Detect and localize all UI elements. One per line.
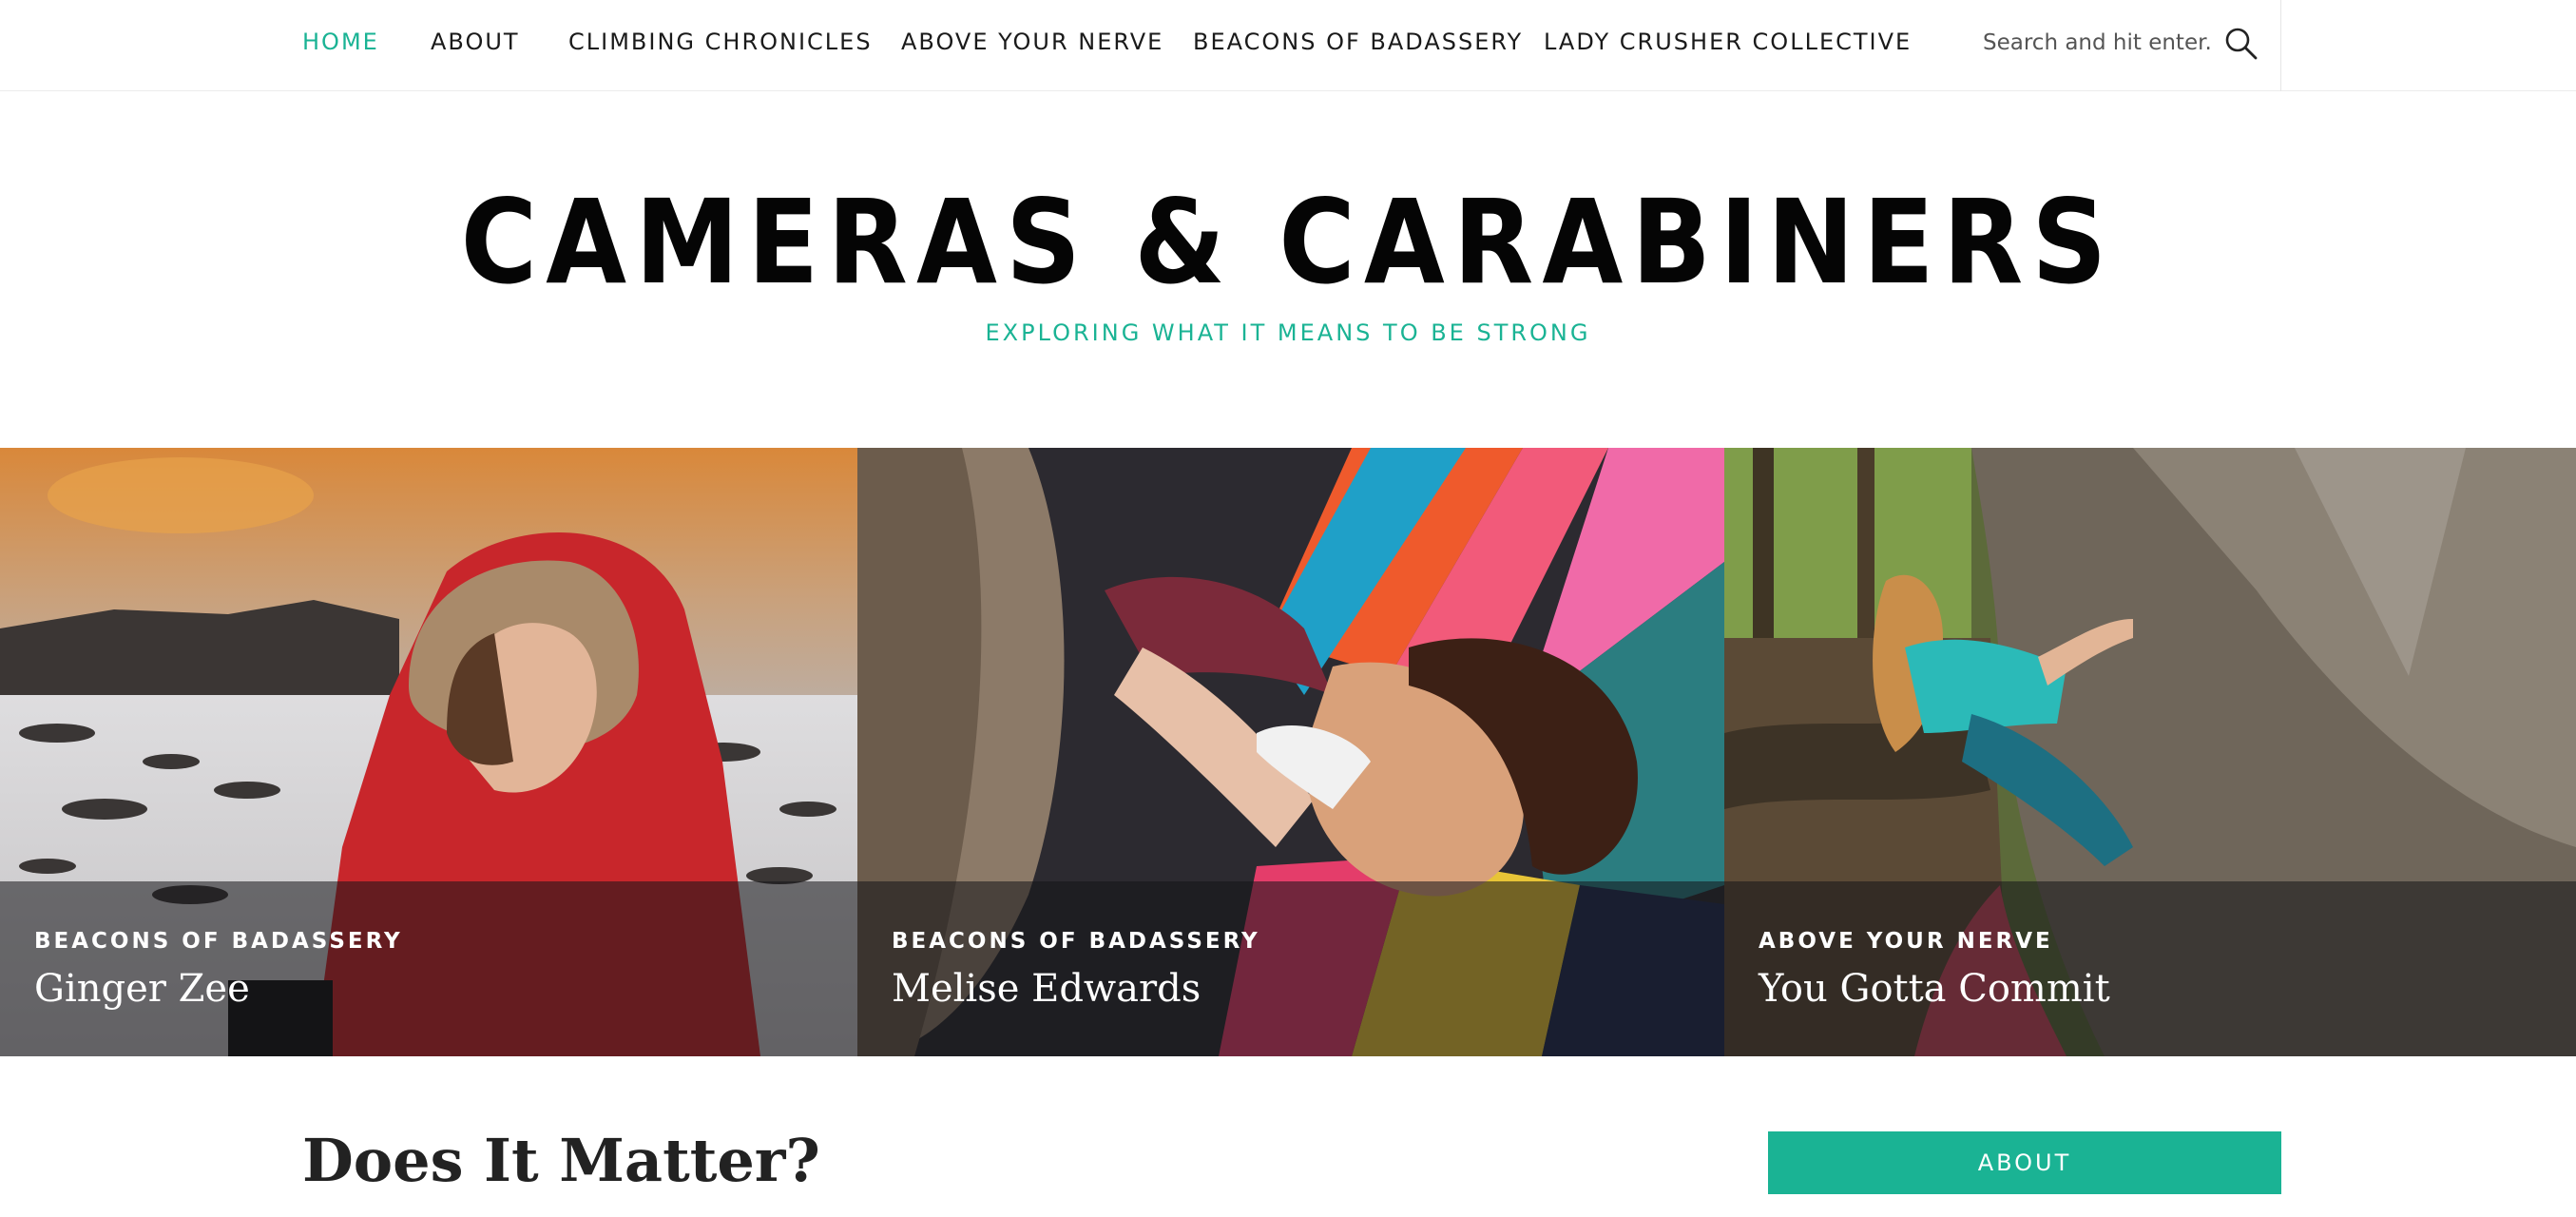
post-title[interactable]: Does It Matter?: [302, 1126, 820, 1195]
slide-category[interactable]: ABOVE YOUR NERVE: [1759, 929, 2053, 954]
slide-caption: BEACONS OF BADASSERY Ginger Zee: [0, 881, 857, 1056]
slide-title[interactable]: Ginger Zee: [34, 967, 250, 1011]
search-icon[interactable]: [2222, 25, 2260, 63]
site-title[interactable]: CAMERAS & CARABINERS: [129, 171, 2448, 314]
slide-category[interactable]: BEACONS OF BADASSERY: [34, 929, 403, 954]
slide-caption: BEACONS OF BADASSERY Melise Edwards: [857, 881, 1724, 1056]
nav-item-climbing-chronicles[interactable]: CLIMBING CHRONICLES: [568, 0, 873, 86]
search-input[interactable]: [1983, 21, 2211, 65]
about-widget-button[interactable]: ABOUT: [1768, 1131, 2281, 1194]
slide-caption: ABOVE YOUR NERVE You Gotta Commit: [1724, 881, 2576, 1056]
nav-item-home[interactable]: HOME: [302, 0, 379, 86]
featured-slider: BEACONS OF BADASSERY Ginger Zee BEACONS …: [0, 448, 2576, 1056]
nav-item-about[interactable]: ABOUT: [431, 0, 520, 86]
nav-item-above-your-nerve[interactable]: ABOVE YOUR NERVE: [901, 0, 1163, 86]
nav-item-beacons-of-badassery[interactable]: BEACONS OF BADASSERY: [1193, 0, 1523, 86]
slide-title[interactable]: You Gotta Commit: [1759, 967, 2110, 1011]
featured-slide-ginger-zee[interactable]: BEACONS OF BADASSERY Ginger Zee: [0, 448, 857, 1056]
featured-slide-you-gotta-commit[interactable]: ABOVE YOUR NERVE You Gotta Commit: [1724, 448, 2576, 1056]
top-navigation: HOME ABOUT CLIMBING CHRONICLES ABOVE YOU…: [0, 0, 2576, 91]
site-tagline: EXPLORING WHAT IT MEANS TO BE STRONG: [985, 319, 1591, 346]
slide-title[interactable]: Melise Edwards: [892, 967, 1201, 1011]
slide-category[interactable]: BEACONS OF BADASSERY: [892, 929, 1260, 954]
featured-slide-melise-edwards[interactable]: BEACONS OF BADASSERY Melise Edwards: [857, 448, 1724, 1056]
nav-item-lady-crusher-collective[interactable]: LADY CRUSHER COLLECTIVE: [1544, 0, 1912, 86]
search-box: [1968, 0, 2281, 91]
